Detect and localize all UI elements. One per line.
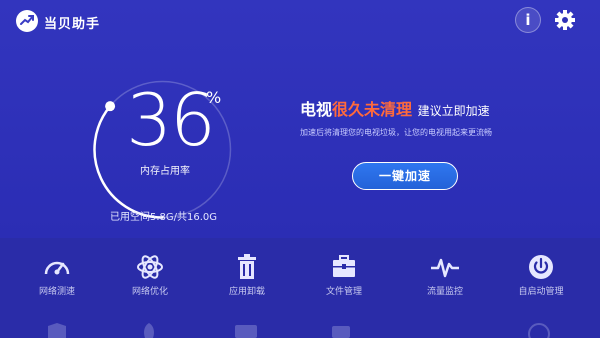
gauge-label: 内存占用率	[140, 166, 190, 177]
settings-button[interactable]	[552, 7, 578, 33]
headline: 电视很久未清理 建议立即加速	[300, 96, 490, 120]
tool-traffic-monitor[interactable]: 流量监控	[400, 254, 490, 297]
scan-icon	[332, 326, 350, 338]
trash-icon	[238, 254, 256, 279]
power-icon	[529, 255, 553, 279]
tool-label: 网络优化	[131, 287, 168, 297]
speedometer-icon	[44, 261, 70, 275]
rocket-icon	[144, 323, 154, 338]
tool-label: 网络测速	[38, 287, 75, 297]
tool-app-uninstall[interactable]: 应用卸载	[202, 254, 292, 297]
app-logo-icon	[16, 10, 38, 32]
headline-part-1: 电视	[300, 100, 333, 119]
gauge-knob	[105, 101, 116, 112]
tool-label: 文件管理	[325, 287, 362, 297]
app-title: 当贝助手	[44, 17, 101, 32]
tools-row: 网络测速 网络优化 应用卸载 文件管理 流量监控 自启动管理	[0, 254, 600, 310]
headline-part-2: 很久未清理	[332, 100, 413, 119]
globe-icon	[528, 323, 550, 338]
tool-file-manager[interactable]: 文件管理	[299, 254, 389, 297]
atom-icon	[137, 255, 163, 279]
dns-icon	[235, 325, 257, 338]
info-icon: i	[525, 11, 531, 29]
headline-part-3: 建议立即加速	[417, 104, 490, 118]
gear-icon	[555, 10, 575, 30]
tool-network-speed[interactable]: 网络测速	[12, 254, 102, 297]
percent-sign: %	[206, 88, 222, 107]
pulse-icon	[431, 258, 459, 278]
info-button[interactable]: i	[515, 7, 541, 33]
one-click-boost-button[interactable]: 一键加速	[352, 162, 458, 190]
briefcase-icon	[333, 255, 355, 277]
shield-icon	[48, 323, 66, 338]
tool-label: 流量监控	[426, 287, 463, 297]
tool-network-optimize[interactable]: 网络优化	[105, 254, 195, 297]
tool-label: 自启动管理	[518, 287, 564, 297]
tool-label: 应用卸载	[228, 287, 265, 297]
storage-usage: 已用空间5.8G/共16.0G	[110, 212, 218, 223]
promo-subline: 加速后将清理您的电视垃圾，让您的电视用起来更流畅	[300, 128, 492, 137]
tool-autostart-manager[interactable]: 自启动管理	[496, 254, 586, 297]
